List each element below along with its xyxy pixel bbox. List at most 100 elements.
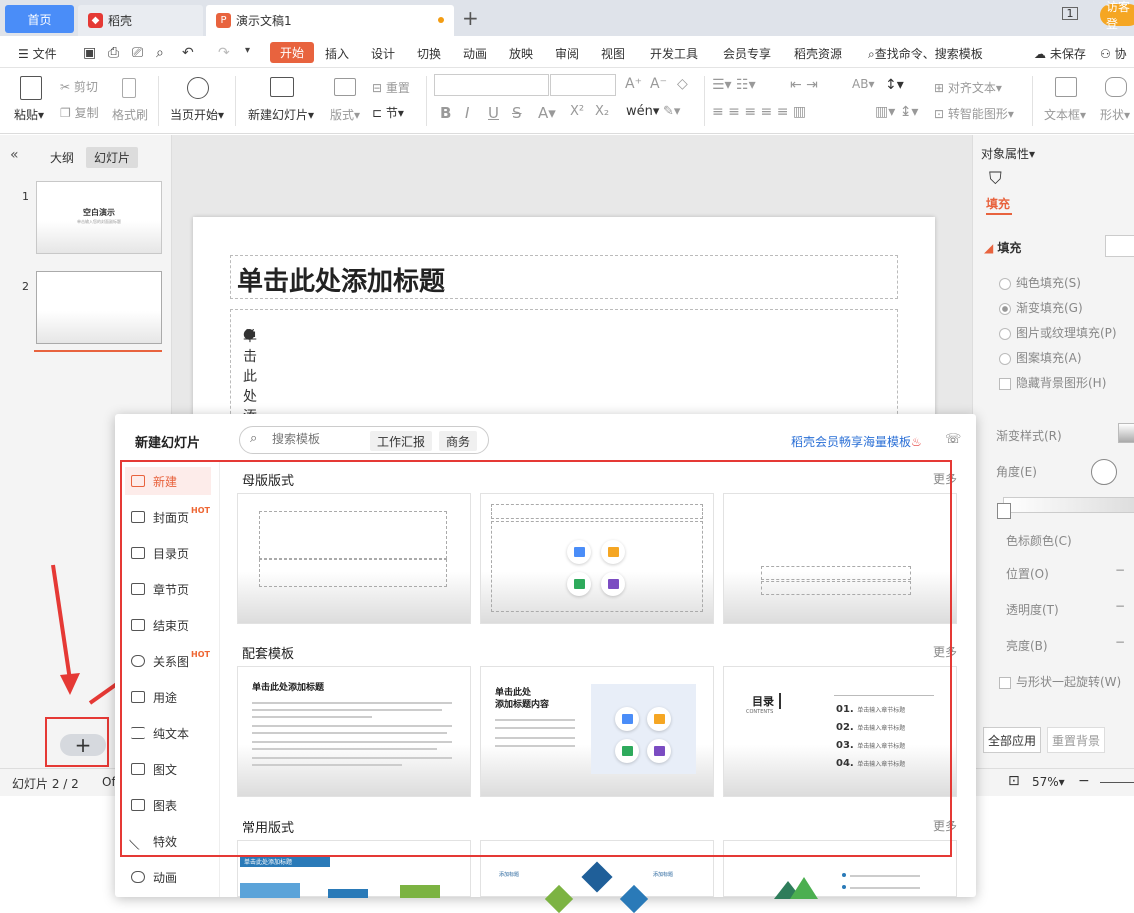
fill-tab[interactable]: 填充 (986, 195, 1010, 212)
undo-icon[interactable]: ↶ (182, 45, 194, 61)
font-grow-icon[interactable]: A⁺ (625, 76, 642, 92)
save-icon[interactable]: ▣ (83, 45, 96, 61)
properties-header[interactable]: 对象属性▾ (981, 145, 1035, 162)
tab-slides[interactable]: 幻灯片 (86, 147, 139, 168)
menu-animation[interactable]: 动画 (463, 45, 487, 62)
tab-daoke[interactable]: ◆ 稻壳 (78, 5, 203, 36)
brightness-minus-icon[interactable]: − (1115, 635, 1125, 649)
menu-developer[interactable]: 开发工具 (650, 45, 698, 62)
print-icon[interactable]: ⎚ (132, 45, 143, 61)
command-search[interactable]: ⌕查找命令、搜索模板 (868, 45, 983, 62)
collaborate-button[interactable]: ⚇ 协 (1100, 45, 1127, 62)
align-icons[interactable]: ≡ ≡ ≡ ≡ ≡ ▥ (712, 104, 806, 120)
reset-background-button[interactable]: 重置背景 (1047, 727, 1105, 753)
bullets-icon[interactable]: ☰▾ ☷▾ (712, 77, 756, 93)
print-preview-icon[interactable]: ⌕ (156, 45, 164, 61)
pattern-fill-option[interactable]: 图案填充(A) (999, 349, 1082, 366)
visitor-login-button[interactable]: 访客登 (1100, 0, 1134, 31)
gradient-slider[interactable] (1003, 497, 1134, 513)
menu-daoke-resources[interactable]: 稻壳资源 (794, 45, 842, 62)
collapse-pane-icon[interactable]: « (10, 147, 19, 163)
subscript-icon[interactable]: X₂ (595, 104, 609, 119)
slide-thumbnail-2[interactable] (36, 271, 162, 344)
text-box-button[interactable]: 文本框 ▾ (1044, 106, 1086, 123)
fill-section[interactable]: ◢ 填充 (984, 239, 1021, 256)
shape-button[interactable]: 形状 ▾ (1100, 106, 1130, 123)
italic-icon[interactable]: I (465, 104, 469, 122)
fit-window-icon[interactable]: ⊡ (1008, 773, 1020, 789)
highlight-icon[interactable]: ✎▾ (663, 104, 680, 119)
redo-icon[interactable]: ↷ (218, 45, 230, 61)
paste-button[interactable]: 粘贴 ▾ (14, 106, 44, 123)
fill-preset-select[interactable] (1105, 235, 1134, 257)
zoom-out-icon[interactable]: − (1078, 773, 1090, 789)
zoom-slider[interactable] (1100, 782, 1134, 783)
menu-design[interactable]: 设计 (371, 45, 395, 62)
strikethrough-icon[interactable]: S (512, 104, 522, 122)
font-color-icon[interactable]: A▾ (538, 104, 556, 122)
text-direction-icon[interactable]: AB▾ (852, 77, 874, 91)
bold-icon[interactable]: B (440, 104, 451, 122)
phonetic-icon[interactable]: wén▾ (626, 104, 659, 119)
layout-button[interactable]: 版式 ▾ (330, 106, 360, 123)
section-button[interactable]: ⊏ 节 ▾ (372, 104, 404, 121)
section-label: 节 (385, 106, 398, 120)
tab-home[interactable]: 首页 (5, 5, 74, 33)
menu-member[interactable]: 会员专享 (723, 45, 771, 62)
export-pdf-icon[interactable]: ⎙ (108, 45, 119, 61)
line-spacing-icon[interactable]: ↕▾ (885, 77, 904, 93)
unsaved-dot-icon (438, 17, 444, 23)
superscript-icon[interactable]: X² (570, 104, 584, 119)
angle-dial[interactable] (1091, 459, 1117, 485)
tag-work-report[interactable]: 工作汇报 (370, 431, 433, 451)
member-promo-link[interactable]: 稻壳会员畅享海量模板♨ (791, 433, 922, 450)
template-search-input[interactable] (272, 432, 362, 446)
body-placeholder[interactable]: ● 单击此处添加文本 (230, 309, 898, 485)
play-current-button[interactable]: 当页开始 ▾ (170, 106, 224, 123)
unsaved-status[interactable]: ☁ 未保存 (1034, 45, 1086, 62)
font-shrink-icon[interactable]: A⁻ (650, 76, 667, 92)
font-size-select[interactable] (550, 74, 616, 96)
window-count-icon[interactable]: 1 (1062, 7, 1078, 20)
clear-format-icon[interactable]: ◇ (677, 76, 688, 92)
slide-thumbnail-1[interactable]: 空白演示 单击输入您的封面副标题 (36, 181, 162, 254)
cut-button[interactable]: ✂ 剪切 (60, 78, 98, 95)
gradient-style-select[interactable] (1118, 423, 1134, 443)
picture-fill-option[interactable]: 图片或纹理填充(P) (999, 324, 1117, 341)
menu-insert[interactable]: 插入 (325, 45, 349, 62)
solid-fill-option[interactable]: 纯色填充(S) (999, 274, 1081, 291)
underline-icon[interactable]: U (488, 104, 499, 122)
copy-button[interactable]: ❐ 复制 (60, 104, 99, 121)
rotate-with-shape-option[interactable]: 与形状一起旋转(W) (999, 673, 1121, 690)
reset-button[interactable]: ⊟ 重置 (372, 79, 410, 96)
chat-icon[interactable]: ☏ (945, 432, 961, 447)
apply-all-button[interactable]: 全部应用 (983, 727, 1041, 753)
menu-review[interactable]: 审阅 (555, 45, 579, 62)
gradient-stop-handle[interactable] (997, 503, 1011, 519)
quick-access-dropdown-icon[interactable]: ▾ (245, 45, 250, 56)
column-icons[interactable]: ▥▾ ↨▾ (875, 104, 918, 120)
position-minus-icon[interactable]: − (1115, 563, 1125, 577)
align-text-button[interactable]: ⊞ 对齐文本 ▾ (934, 79, 1002, 96)
tab-outline[interactable]: 大纲 (50, 149, 74, 166)
smart-shape-button[interactable]: ⊡ 转智能图形 ▾ (934, 105, 1014, 122)
menu-start[interactable]: 开始 (270, 42, 314, 63)
tag-business[interactable]: 商务 (439, 431, 478, 451)
gradient-fill-option[interactable]: 渐变填充(G) (999, 299, 1083, 316)
category-animation[interactable]: 动画 (125, 863, 211, 891)
file-menu[interactable]: ☰ 文件 (18, 45, 57, 62)
new-slide-button[interactable]: 新建幻灯片 ▾ (248, 106, 314, 123)
menu-view[interactable]: 视图 (601, 45, 625, 62)
format-painter-button[interactable]: 格式刷 (112, 106, 148, 123)
hide-background-option[interactable]: 隐藏背景图形(H) (999, 374, 1106, 391)
title-placeholder[interactable]: 单击此处添加标题 (230, 255, 898, 299)
menu-transition[interactable]: 切换 (417, 45, 441, 62)
indent-icon[interactable]: ⇤ ⇥ (790, 77, 818, 93)
new-tab-plus-icon[interactable]: + (462, 6, 479, 30)
template-search[interactable]: ⌕ 工作汇报 商务 (239, 426, 489, 454)
transparency-minus-icon[interactable]: − (1115, 599, 1125, 613)
zoom-level[interactable]: 57%▾ (1032, 775, 1065, 789)
menu-slideshow[interactable]: 放映 (509, 45, 533, 62)
font-family-select[interactable] (434, 74, 549, 96)
tab-document[interactable]: P 演示文稿1 (206, 5, 454, 36)
